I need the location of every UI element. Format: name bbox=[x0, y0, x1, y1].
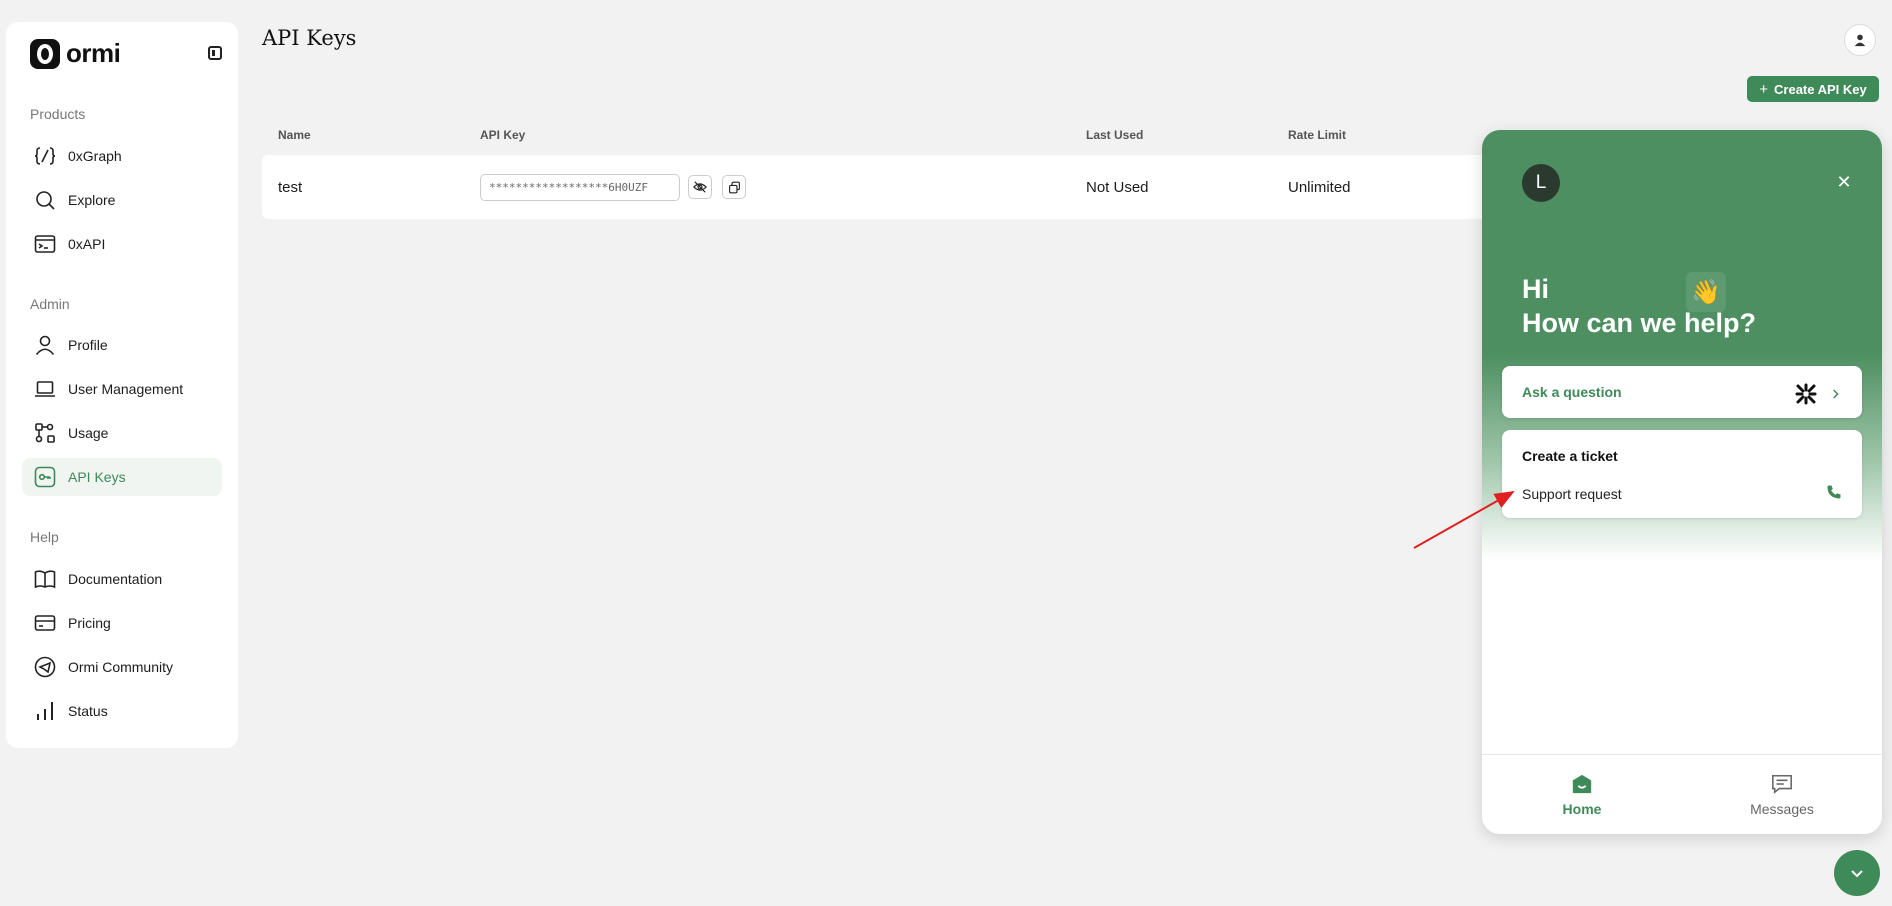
laptop-icon bbox=[34, 378, 56, 400]
column-header-name: Name bbox=[278, 128, 311, 142]
key-name-cell: test bbox=[278, 179, 303, 196]
copy-key-button[interactable] bbox=[722, 175, 746, 199]
tab-home-label: Home bbox=[1562, 801, 1602, 817]
chat-launcher-button[interactable] bbox=[1834, 850, 1880, 896]
user-avatar-icon bbox=[1854, 34, 1866, 47]
section-label-help: Help bbox=[30, 529, 59, 545]
support-request-item[interactable]: Support request bbox=[1522, 486, 1622, 502]
sidebar-item-status[interactable]: Status bbox=[22, 692, 222, 730]
toggle-visibility-button[interactable] bbox=[688, 175, 712, 199]
agent-avatar: L bbox=[1522, 164, 1560, 202]
sidebar-item-label: 0xAPI bbox=[68, 236, 106, 252]
book-icon bbox=[34, 568, 56, 590]
sidebar-item-user-management[interactable]: User Management bbox=[22, 370, 222, 408]
terminal-icon bbox=[34, 233, 56, 255]
widget-bottom-nav: Home Messages bbox=[1482, 754, 1882, 834]
last-used-cell: Not Used bbox=[1086, 179, 1149, 196]
chevron-down-icon bbox=[1851, 870, 1863, 878]
ormi-logo-mark bbox=[30, 38, 60, 69]
sidebar-item-api-keys[interactable]: API Keys bbox=[22, 458, 222, 496]
key-icon bbox=[34, 466, 56, 488]
sidebar: ormi Products 0xGraph Explore 0xAPI Admi… bbox=[6, 22, 238, 748]
eye-off-icon bbox=[693, 181, 707, 193]
sidebar-item-documentation[interactable]: Documentation bbox=[22, 560, 222, 598]
column-header-last-used: Last Used bbox=[1086, 128, 1144, 142]
rate-limit-cell: Unlimited bbox=[1288, 179, 1351, 196]
sidebar-item-label: User Management bbox=[68, 381, 184, 397]
tab-messages-label: Messages bbox=[1750, 801, 1814, 817]
create-ticket-card: Create a ticket Support request bbox=[1502, 430, 1862, 518]
sidebar-item-label: 0xGraph bbox=[68, 148, 122, 164]
sidebar-item-label: Profile bbox=[68, 337, 108, 353]
search-icon bbox=[34, 189, 56, 211]
copy-icon bbox=[728, 181, 740, 193]
section-label-products: Products bbox=[30, 106, 86, 122]
chevron-right-icon bbox=[1833, 389, 1839, 399]
create-api-key-label: Create API Key bbox=[1774, 81, 1867, 97]
user-icon bbox=[34, 334, 56, 356]
section-label-admin: Admin bbox=[30, 296, 70, 312]
ormi-logo[interactable]: ormi bbox=[30, 38, 121, 69]
bar-chart-icon bbox=[34, 700, 56, 722]
sidebar-item-explore[interactable]: Explore bbox=[22, 181, 222, 219]
phone-icon[interactable] bbox=[1826, 484, 1842, 500]
sidebar-item-label: Explore bbox=[68, 192, 116, 208]
ask-question-label: Ask a question bbox=[1522, 384, 1622, 400]
usage-icon bbox=[34, 422, 56, 444]
column-header-api-key: API Key bbox=[480, 128, 526, 142]
home-icon bbox=[1572, 774, 1592, 794]
messages-icon bbox=[1772, 774, 1792, 794]
create-api-key-button[interactable]: + Create API Key bbox=[1747, 76, 1879, 102]
ticket-card-title: Create a ticket bbox=[1522, 448, 1618, 464]
plus-icon: + bbox=[1759, 80, 1769, 98]
wave-emoji-icon: 👋 bbox=[1686, 272, 1726, 312]
close-icon[interactable]: ✕ bbox=[1832, 170, 1856, 194]
sidebar-item-pricing[interactable]: Pricing bbox=[22, 604, 222, 642]
sidebar-item-0xapi[interactable]: 0xAPI bbox=[22, 225, 222, 263]
sidebar-item-profile[interactable]: Profile bbox=[22, 326, 222, 364]
sidebar-item-label: Status bbox=[68, 703, 108, 719]
sidebar-item-0xgraph[interactable]: 0xGraph bbox=[22, 137, 222, 175]
account-button[interactable] bbox=[1844, 24, 1876, 56]
collapse-sidebar-icon[interactable] bbox=[208, 46, 222, 60]
sidebar-item-label: Pricing bbox=[68, 615, 111, 631]
sidebar-item-ormi-community[interactable]: Ormi Community bbox=[22, 648, 222, 686]
brand-name: ormi bbox=[66, 38, 121, 68]
ask-question-card[interactable]: Ask a question bbox=[1502, 366, 1862, 418]
sidebar-item-label: Documentation bbox=[68, 571, 163, 587]
sidebar-item-label: API Keys bbox=[68, 469, 126, 485]
ai-assistant-icon bbox=[1795, 383, 1817, 405]
page-title: API Keys bbox=[262, 26, 357, 50]
sidebar-item-usage[interactable]: Usage bbox=[22, 414, 222, 452]
api-key-field[interactable]: ******************6H0UZF bbox=[480, 174, 680, 201]
tab-messages[interactable]: Messages bbox=[1722, 773, 1842, 817]
sidebar-item-label: Usage bbox=[68, 425, 109, 441]
tab-home[interactable]: Home bbox=[1522, 773, 1642, 817]
credit-card-icon bbox=[34, 612, 56, 634]
column-header-rate-limit: Rate Limit bbox=[1288, 128, 1347, 142]
sidebar-item-label: Ormi Community bbox=[68, 659, 174, 675]
telegram-icon bbox=[34, 656, 56, 678]
table-row: test ******************6H0UZF Not Used U… bbox=[262, 155, 1558, 219]
support-widget: L ✕ Hi How can we help? 👋 Ask a question… bbox=[1482, 130, 1882, 834]
braces-slash-icon bbox=[34, 145, 56, 167]
